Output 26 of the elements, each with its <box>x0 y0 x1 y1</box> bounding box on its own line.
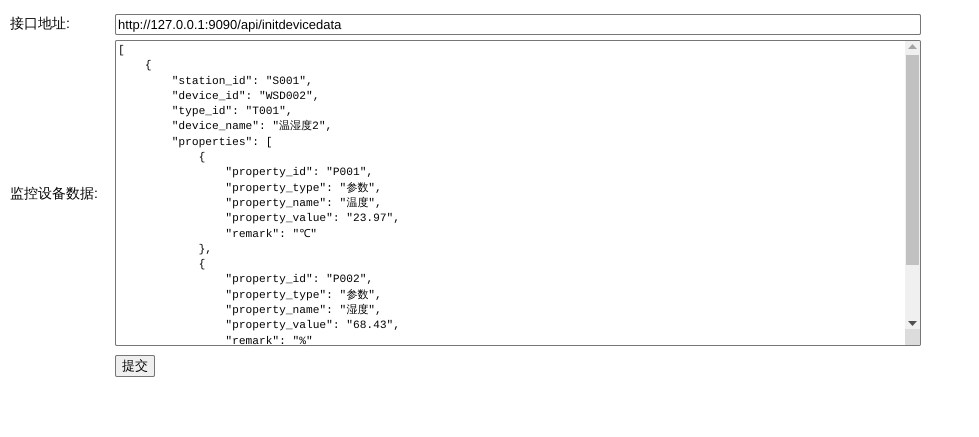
code-line: "property_value": "68.43", <box>224 319 401 334</box>
scrollbar-drawing[interactable] <box>905 41 920 345</box>
code-line: "device_name": "温湿度2", <box>170 120 334 136</box>
submit-button[interactable]: 提交 <box>115 355 155 377</box>
json-text-area[interactable] <box>115 40 921 346</box>
url-input[interactable]: http://127.0.0.1:9090/api/initdevicedata <box>115 14 921 35</box>
code-line: "property_type": "参数", <box>224 288 383 304</box>
code-line: "property_type": "参数", <box>224 182 383 196</box>
code-line: "type_id": "T001", <box>170 105 294 120</box>
code-line: [ <box>118 44 126 59</box>
code-line: "property_id": "P002", <box>224 273 374 288</box>
code-line: { <box>198 258 206 274</box>
field-label: 监控设备数据: <box>10 184 99 202</box>
code-line: "property_id": "P001", <box>224 166 374 182</box>
code-line: }, <box>198 242 213 258</box>
code-line: "property_name": "温度", <box>224 196 383 212</box>
code-line: "property_name": "湿度", <box>224 304 383 320</box>
code-line: "device_id": "WSD002", <box>170 90 320 105</box>
code-line: { <box>144 59 153 74</box>
code-line: "remark": "℃" <box>224 228 318 243</box>
code-line: "remark": "%" <box>224 334 314 345</box>
code-line: { <box>198 151 206 166</box>
code-line: "property_value": "23.97", <box>224 212 401 228</box>
code-line: "station_id": "S001", <box>170 74 314 90</box>
code-line: "properties": [ <box>170 136 274 151</box>
field-label: 接口地址: <box>10 14 71 32</box>
